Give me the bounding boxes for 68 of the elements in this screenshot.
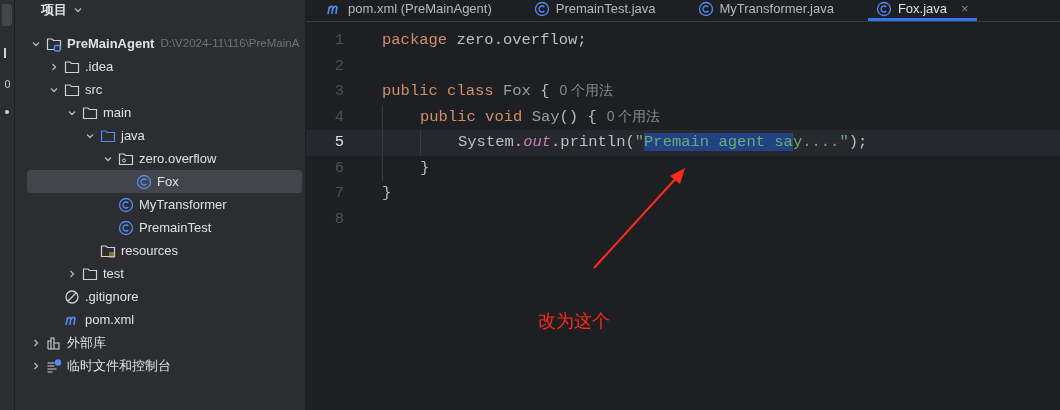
tree-item-label: PreMainAgent bbox=[67, 34, 155, 53]
scratch-file-icon bbox=[46, 357, 62, 374]
class-icon bbox=[697, 1, 714, 17]
tree-item[interactable]: 临时文件和控制台 bbox=[27, 354, 302, 377]
tree-item[interactable]: pom.xml bbox=[27, 308, 302, 331]
class-icon bbox=[118, 196, 134, 213]
tree-item-label: java bbox=[121, 126, 145, 145]
tree-item[interactable]: zero.overflow bbox=[27, 147, 302, 170]
tree-item[interactable]: .gitignore bbox=[27, 285, 302, 308]
code-text: public class Fox { 0 个用法 bbox=[382, 81, 614, 103]
chevron-right-icon[interactable] bbox=[31, 337, 41, 348]
tree-item-label: PremainTest bbox=[139, 218, 212, 237]
ignore-file-icon bbox=[64, 288, 80, 305]
code-text: } bbox=[382, 183, 392, 205]
folder-icon bbox=[64, 58, 80, 75]
tree-item-label: 临时文件和控制台 bbox=[67, 356, 171, 375]
class-icon bbox=[533, 1, 550, 17]
source-folder-icon bbox=[100, 127, 116, 144]
panel-title[interactable]: 项目 bbox=[41, 0, 67, 20]
tree-item-label: 外部库 bbox=[67, 333, 106, 352]
class-icon bbox=[875, 1, 892, 17]
chevron-down-icon[interactable] bbox=[73, 5, 83, 15]
tree-item[interactable]: main bbox=[27, 101, 302, 124]
tree-item[interactable]: test bbox=[27, 262, 302, 285]
tree-item-label: .idea bbox=[85, 57, 114, 76]
module-path: D:\V2024-11\116\PreMainA bbox=[160, 35, 300, 51]
chevron-right-icon[interactable] bbox=[67, 268, 77, 279]
module-folder-icon bbox=[46, 35, 62, 52]
tree-item[interactable]: PremainTest bbox=[27, 216, 302, 239]
editor-tab[interactable]: pom.xml (PreMainAgent) bbox=[318, 0, 500, 21]
class-icon bbox=[118, 219, 134, 236]
tool-window-icon[interactable] bbox=[4, 80, 10, 88]
tree-item[interactable]: 外部库 bbox=[27, 331, 302, 354]
tree-item-label: pom.xml bbox=[85, 310, 135, 329]
tree-item[interactable]: java bbox=[27, 124, 302, 147]
folder-icon bbox=[82, 265, 98, 282]
tree-item-label: src bbox=[85, 80, 103, 99]
close-tab-button[interactable]: × bbox=[961, 0, 969, 19]
annotation-text: 改为这个 bbox=[538, 310, 610, 333]
code-text: } bbox=[420, 157, 430, 179]
tree-item-label: Fox bbox=[157, 172, 179, 191]
chevron-right-icon[interactable] bbox=[49, 61, 59, 72]
tool-window-icon[interactable] bbox=[5, 110, 9, 114]
resources-folder-icon bbox=[100, 242, 116, 259]
tree-item[interactable]: .idea bbox=[27, 55, 302, 78]
tree-item[interactable]: Fox bbox=[27, 170, 302, 193]
tree-item[interactable]: resources bbox=[27, 239, 302, 262]
folder-icon bbox=[82, 104, 98, 121]
tree-item[interactable]: PreMainAgent D:\V2024-11\116\PreMainA bbox=[27, 32, 302, 55]
tree-item-label: test bbox=[103, 264, 124, 283]
code-text: public void Say() { 0 个用法 bbox=[420, 106, 661, 128]
line-number: 5 bbox=[333, 132, 345, 154]
tree-item-label: resources bbox=[121, 241, 179, 260]
package-folder-icon bbox=[118, 150, 134, 167]
tree-item-label: main bbox=[103, 103, 132, 122]
tree-item[interactable]: MyTransformer bbox=[27, 193, 302, 216]
tree-item-label: zero.overflow bbox=[139, 149, 217, 168]
editor-tab[interactable]: MyTransformer.java bbox=[689, 0, 842, 21]
tree-item-label: MyTransformer bbox=[139, 195, 227, 214]
folder-icon bbox=[64, 81, 80, 98]
tree-item-label: .gitignore bbox=[85, 287, 139, 306]
library-icon bbox=[46, 334, 62, 351]
class-icon bbox=[136, 173, 152, 190]
chevron-right-icon[interactable] bbox=[31, 360, 41, 371]
code-text: package zero.overflow; bbox=[382, 30, 587, 52]
editor-tab[interactable]: PremainTest.java bbox=[525, 0, 664, 21]
editor-tab[interactable]: Fox.java × bbox=[867, 0, 977, 21]
tree-item[interactable]: src bbox=[27, 78, 302, 101]
